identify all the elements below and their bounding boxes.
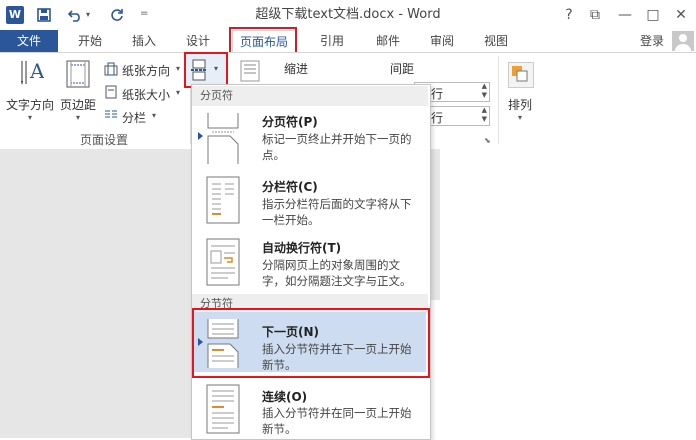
margins-dropdown-icon[interactable]: ▾ — [76, 113, 80, 122]
orientation-label[interactable]: 纸张方向 — [122, 62, 170, 79]
page-break-desc-1: 标记一页终止并开始下一页的 — [262, 132, 412, 146]
next-page-highlight — [192, 308, 430, 378]
undo-dropdown-icon[interactable]: ▾ — [86, 10, 90, 19]
tab-review[interactable]: 审阅 — [422, 30, 462, 52]
tab-home[interactable]: 开始 — [70, 30, 110, 52]
indent-label: 缩进 — [284, 62, 309, 76]
continuous-desc-2: 新节。 — [262, 422, 297, 436]
size-label[interactable]: 纸张大小 — [122, 86, 170, 103]
tab-view[interactable]: 视图 — [476, 30, 516, 52]
breaks-button-highlight — [184, 52, 228, 88]
tab-references[interactable]: 引用 — [312, 30, 352, 52]
page-layout-highlight — [229, 27, 297, 55]
tab-file[interactable]: 文件 — [0, 30, 58, 52]
columns-icon[interactable] — [104, 108, 118, 122]
spinner-arrows-icon[interactable]: ▲ ▼ — [482, 106, 487, 124]
text-wrapping-icon — [206, 238, 240, 286]
undo-icon[interactable] — [66, 4, 84, 26]
text-wrapping-desc-1: 分隔网页上的对象周围的文 — [262, 258, 400, 272]
text-direction-dropdown-icon[interactable]: ▾ — [28, 113, 32, 122]
arrange-dropdown-icon[interactable]: ▾ — [518, 113, 522, 122]
column-break-desc-1: 指示分栏符后面的文字将从下 — [262, 197, 412, 211]
line-numbers-icon[interactable] — [238, 60, 262, 82]
ribbon-separator — [498, 56, 499, 144]
user-avatar[interactable] — [672, 31, 694, 51]
size-icon[interactable] — [104, 85, 118, 99]
sign-in-link[interactable]: 登录 — [632, 30, 672, 52]
page-break-icon — [206, 112, 240, 164]
text-direction-icon[interactable]: A — [18, 58, 45, 88]
spinner-arrows-icon[interactable]: ▲ ▼ — [482, 82, 487, 100]
columns-dropdown-icon[interactable]: ▾ — [152, 111, 156, 120]
continuous-icon — [206, 384, 240, 434]
document-page[interactable] — [440, 149, 696, 438]
save-icon[interactable] — [34, 4, 54, 26]
arrange-icon[interactable] — [508, 62, 534, 88]
orientation-icon[interactable] — [104, 62, 118, 76]
arrange-label[interactable]: 排列 — [508, 96, 532, 113]
tab-design[interactable]: 设计 — [178, 30, 218, 52]
tab-insert[interactable]: 插入 — [124, 30, 164, 52]
margins-icon[interactable] — [66, 60, 90, 88]
text-direction-label[interactable]: 文字方向 — [6, 96, 54, 113]
columns-label[interactable]: 分栏 — [122, 109, 146, 126]
page-break-desc-2: 点。 — [262, 148, 285, 162]
text-wrapping-desc-2: 字，如分隔题注文字与正文。 — [262, 274, 412, 288]
ribbon-display-button[interactable]: ⧉ — [582, 4, 608, 26]
text-wrapping-title: 自动换行符(T) — [262, 241, 342, 255]
column-break-desc-2: 一栏开始。 — [262, 213, 320, 227]
column-break-icon — [206, 176, 240, 224]
customize-qat-icon[interactable]: = — [140, 8, 148, 19]
svg-text:A: A — [29, 59, 44, 83]
item-marker-icon — [198, 132, 203, 140]
paragraph-dialog-launcher-icon[interactable]: ⬊ — [484, 136, 491, 145]
page-breaks-header: 分页符 — [192, 86, 428, 106]
word-app-icon[interactable]: W — [6, 6, 24, 24]
tab-mailings[interactable]: 邮件 — [368, 30, 408, 52]
page-setup-group-label: 页面设置 — [80, 133, 129, 147]
minimize-button[interactable]: — — [612, 4, 638, 26]
orientation-dropdown-icon[interactable]: ▾ — [176, 64, 180, 73]
continuous-title: 连续(O) — [262, 390, 308, 404]
redo-icon[interactable] — [108, 4, 126, 26]
close-button[interactable]: ✕ — [668, 4, 694, 26]
column-break-title: 分栏符(C) — [262, 180, 318, 194]
page-break-title: 分页符(P) — [262, 115, 318, 129]
margins-label[interactable]: 页边距 — [60, 96, 96, 113]
spacing-label: 间距 — [390, 62, 415, 76]
size-dropdown-icon[interactable]: ▾ — [176, 88, 180, 97]
help-button[interactable]: ? — [556, 4, 582, 26]
maximize-button[interactable]: □ — [640, 4, 666, 26]
continuous-desc-1: 插入分节符并在同一页上开始 — [262, 406, 412, 420]
